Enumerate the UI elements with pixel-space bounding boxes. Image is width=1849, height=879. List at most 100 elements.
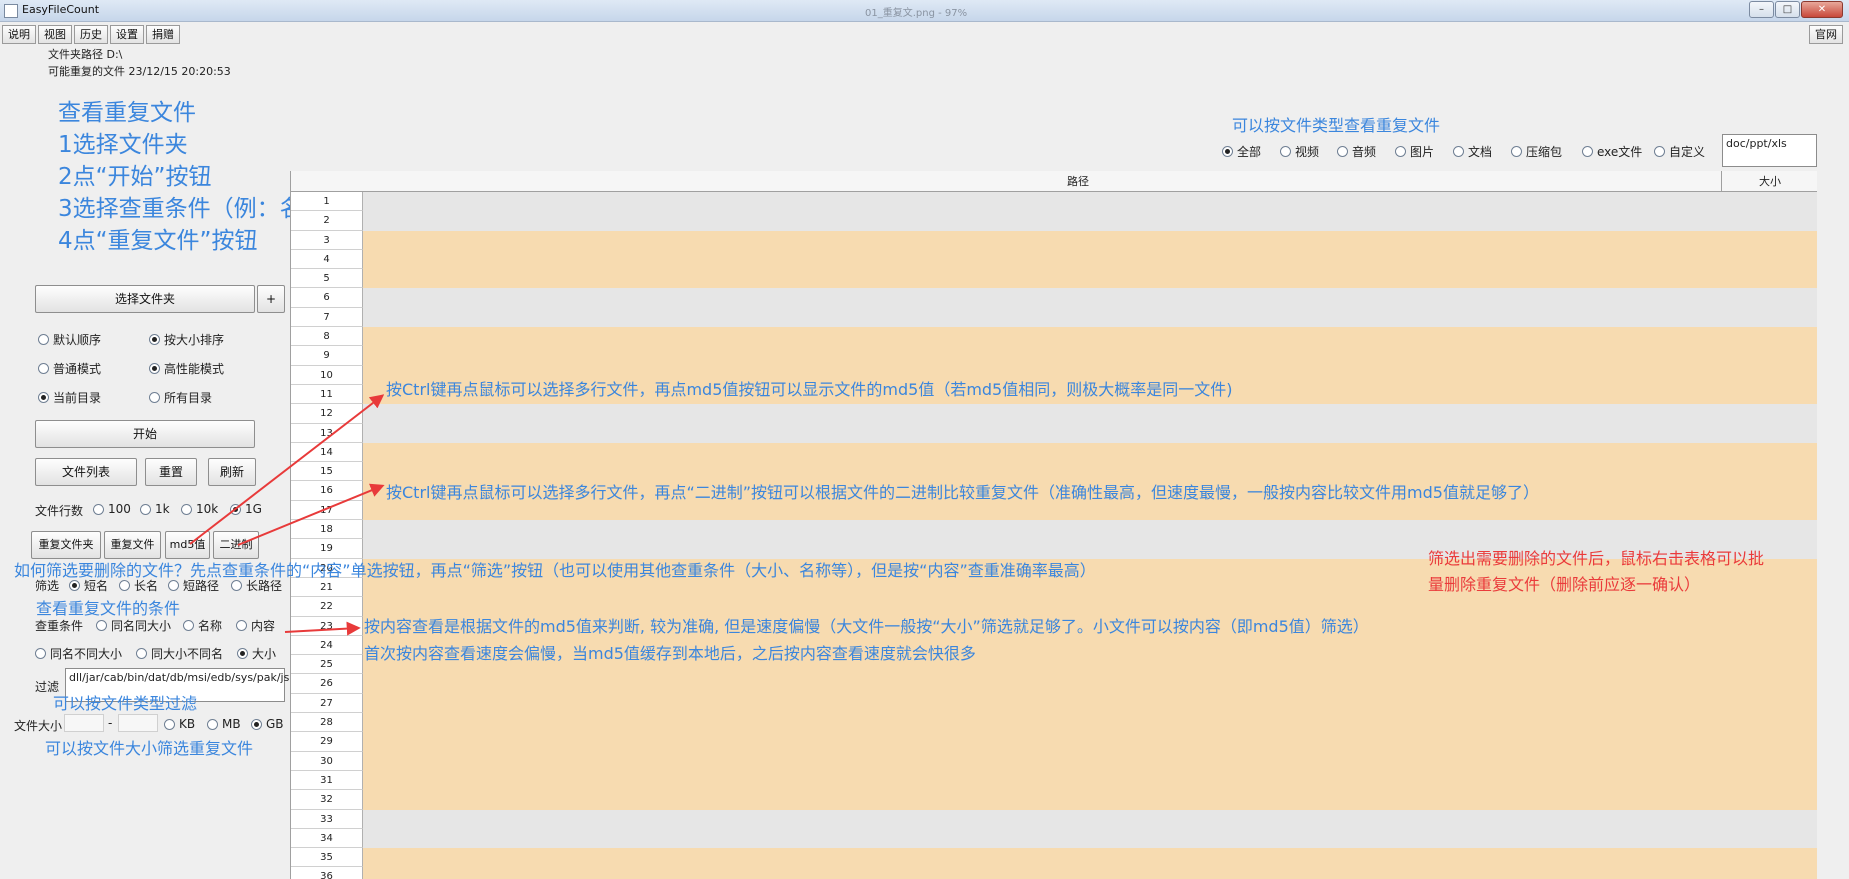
minimize-button[interactable]: – [1749, 1, 1774, 18]
radio-rows-1k[interactable]: 1k [140, 502, 170, 516]
radio-size[interactable]: 大小 [237, 645, 276, 662]
table-row[interactable]: 34 [291, 828, 1817, 849]
choose-folder-button[interactable]: 选择文件夹 [35, 285, 255, 313]
table-row[interactable]: 2 [291, 211, 1817, 231]
table-row[interactable]: 17 [291, 500, 1817, 521]
column-header-path[interactable]: 路径 [363, 171, 1793, 192]
radio-unit-mb[interactable]: MB [207, 717, 241, 731]
table-row[interactable]: 12 [291, 404, 1817, 424]
row-path-cell[interactable] [363, 249, 1817, 270]
table-row[interactable]: 13 [291, 423, 1817, 443]
row-path-cell[interactable] [363, 732, 1817, 752]
row-path-cell[interactable] [363, 867, 1817, 879]
menu-donate[interactable]: 捐赠 [146, 25, 180, 44]
row-path-cell[interactable] [363, 288, 1817, 308]
radio-rows-100[interactable]: 100 [93, 502, 131, 516]
row-path-cell[interactable] [363, 442, 1817, 463]
radio-default-order[interactable]: 默认顺序 [38, 331, 101, 348]
max-size-input[interactable] [118, 714, 158, 732]
table-row[interactable]: 4 [291, 249, 1817, 270]
radio-current-dir[interactable]: 当前目录 [38, 389, 101, 406]
min-size-input[interactable] [64, 714, 104, 732]
radio-name[interactable]: 名称 [183, 617, 222, 634]
table-row[interactable]: 8 [291, 327, 1817, 347]
table-row[interactable]: 18 [291, 520, 1817, 540]
radio-all-dirs[interactable]: 所有目录 [149, 389, 212, 406]
reset-button[interactable]: 重置 [145, 458, 197, 486]
table-row[interactable]: 27 [291, 693, 1817, 714]
radio-unit-kb[interactable]: KB [164, 717, 195, 731]
md5-button[interactable]: md5值 [165, 531, 210, 559]
row-path-cell[interactable] [363, 269, 1817, 289]
radio-type-archive[interactable]: 压缩包 [1511, 143, 1562, 160]
table-row[interactable]: 6 [291, 288, 1817, 308]
column-header-size[interactable]: 大小 [1721, 171, 1817, 192]
row-path-cell[interactable] [363, 423, 1817, 443]
radio-normal-mode[interactable]: 普通模式 [38, 360, 101, 377]
custom-type-input[interactable]: doc/ppt/xls [1722, 134, 1817, 167]
menu-help[interactable]: 说明 [2, 25, 36, 44]
row-path-cell[interactable] [363, 713, 1817, 733]
file-list-button[interactable]: 文件列表 [35, 458, 137, 486]
refresh-button[interactable]: 刷新 [208, 458, 256, 486]
results-table[interactable]: 路径 大小 1 2 3 4 5 6 7 8 9 10 11 12 13 14 15 16 17 18 19 20 21 2… [290, 171, 1817, 879]
menu-history[interactable]: 历史 [74, 25, 108, 44]
row-path-cell[interactable] [363, 307, 1817, 328]
close-button[interactable]: ✕ [1801, 1, 1843, 18]
radio-sort-by-size[interactable]: 按大小排序 [149, 331, 224, 348]
radio-content[interactable]: 内容 [236, 617, 275, 634]
duplicate-file-button[interactable]: 重复文件 [104, 531, 161, 559]
table-row[interactable]: 35 [291, 848, 1817, 868]
official-site-button[interactable]: 官网 [1809, 25, 1843, 44]
row-path-cell[interactable] [363, 693, 1817, 714]
table-row[interactable]: 7 [291, 307, 1817, 328]
table-row[interactable]: 33 [291, 809, 1817, 829]
row-path-cell[interactable] [363, 230, 1817, 250]
radio-unit-gb[interactable]: GB [251, 717, 284, 731]
table-row[interactable]: 26 [291, 674, 1817, 694]
duplicate-folder-button[interactable]: 重复文件夹 [31, 531, 101, 559]
radio-type-all[interactable]: 全部 [1222, 143, 1261, 160]
row-path-cell[interactable] [363, 327, 1817, 347]
table-row[interactable]: 29 [291, 732, 1817, 752]
radio-same-size-diff-name[interactable]: 同大小不同名 [136, 645, 223, 662]
radio-rows-10k[interactable]: 10k [181, 502, 218, 516]
row-path-cell[interactable] [363, 751, 1817, 771]
row-path-cell[interactable] [363, 809, 1817, 829]
start-button[interactable]: 开始 [35, 420, 255, 448]
row-path-cell[interactable] [363, 211, 1817, 231]
radio-type-exe[interactable]: exe文件 [1582, 143, 1642, 160]
table-row[interactable]: 32 [291, 790, 1817, 810]
table-row[interactable]: 36 [291, 867, 1817, 879]
table-row[interactable]: 14 [291, 442, 1817, 463]
row-path-cell[interactable] [363, 790, 1817, 810]
row-path-cell[interactable] [363, 500, 1817, 521]
radio-same-name-diff-size[interactable]: 同名不同大小 [35, 645, 122, 662]
radio-rows-1g[interactable]: 1G [230, 502, 262, 516]
row-path-cell[interactable] [363, 828, 1817, 849]
table-row[interactable]: 5 [291, 269, 1817, 289]
add-folder-button[interactable]: + [257, 285, 285, 313]
radio-same-name-size[interactable]: 同名同大小 [96, 617, 171, 634]
radio-type-video[interactable]: 视频 [1280, 143, 1319, 160]
radio-type-image[interactable]: 图片 [1395, 143, 1434, 160]
radio-type-document[interactable]: 文档 [1453, 143, 1492, 160]
row-path-cell[interactable] [363, 520, 1817, 540]
radio-type-audio[interactable]: 音频 [1337, 143, 1376, 160]
menu-settings[interactable]: 设置 [110, 25, 144, 44]
table-row[interactable]: 9 [291, 346, 1817, 366]
radio-type-custom[interactable]: 自定义 [1654, 143, 1705, 160]
row-path-cell[interactable] [363, 346, 1817, 366]
table-row[interactable]: 3 [291, 230, 1817, 250]
maximize-button[interactable]: □ [1775, 1, 1800, 18]
table-row[interactable]: 1 [291, 192, 1817, 212]
table-row[interactable]: 31 [291, 770, 1817, 791]
binary-button[interactable]: 二进制 [213, 531, 259, 559]
row-path-cell[interactable] [363, 192, 1817, 212]
table-row[interactable]: 28 [291, 713, 1817, 733]
menu-view[interactable]: 视图 [38, 25, 72, 44]
row-path-cell[interactable] [363, 674, 1817, 694]
row-path-cell[interactable] [363, 848, 1817, 868]
row-path-cell[interactable] [363, 770, 1817, 791]
row-path-cell[interactable] [363, 404, 1817, 424]
